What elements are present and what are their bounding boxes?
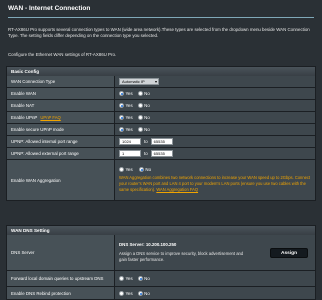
- enable-secure-upnp-row: Enable secure UPnP mode Yes No: [7, 124, 315, 136]
- dns-server-value: DNS Server: 10.200.100.250: [119, 242, 177, 247]
- wan-aggregation-yes-radio[interactable]: Yes: [119, 167, 133, 172]
- enable-upnp-label: Enable UPnP: [11, 115, 38, 120]
- wan-aggregation-faq-link[interactable]: WAN Aggregation FAQ: [156, 187, 198, 192]
- wan-aggregation-no-radio[interactable]: No: [138, 167, 152, 172]
- enable-nat-no-radio[interactable]: No: [137, 103, 150, 108]
- enable-upnp-yes-radio[interactable]: Yes: [119, 115, 133, 120]
- wan-connection-type-row: WAN Connection Type Automatic IP ▾: [7, 76, 315, 88]
- internal-port-from-input[interactable]: 1024: [119, 138, 141, 145]
- upnp-internal-port-label: UPNP: Allowed internal port range: [7, 136, 115, 147]
- upnp-external-port-label: UPNP: Allowed external port range: [7, 148, 115, 159]
- range-separator: to: [144, 151, 148, 156]
- radio-label: Yes: [125, 167, 133, 172]
- external-port-to-input[interactable]: 65535: [150, 150, 173, 157]
- radio-selected-icon: [119, 103, 124, 108]
- radio-selected-icon: [119, 115, 124, 120]
- radio-label: No: [144, 103, 150, 108]
- radio-unselected-icon: [119, 276, 124, 281]
- radio-selected-icon: [137, 276, 143, 281]
- wan-aggregation-label: Enable WAN Aggregation: [7, 160, 115, 200]
- radio-unselected-icon: [137, 91, 143, 96]
- enable-upnp-row: Enable UPnP UPnP FAQ Yes No: [7, 112, 315, 124]
- upnp-external-port-row: UPNP: Allowed external port range 1 to 6…: [7, 148, 315, 160]
- radio-label: Yes: [125, 290, 133, 296]
- radio-label: Yes: [125, 127, 133, 132]
- radio-unselected-icon: [119, 167, 124, 172]
- radio-label: Yes: [125, 103, 133, 108]
- forward-local-label: Forward local domain queries to upstream…: [7, 271, 115, 286]
- enable-nat-label: Enable NAT: [7, 100, 115, 111]
- radio-unselected-icon: [119, 290, 124, 296]
- radio-label: Yes: [125, 115, 133, 120]
- enable-nat-yes-radio[interactable]: Yes: [119, 103, 133, 108]
- page-title: WAN - Internet Connection: [8, 5, 91, 12]
- wan-dns-panel: WAN DNS Setting DNS Server DNS Server: 1…: [6, 225, 316, 300]
- dns-rebind-yes-radio[interactable]: Yes: [119, 290, 133, 296]
- radio-label: No: [145, 167, 152, 172]
- enable-nat-row: Enable NAT Yes No: [7, 100, 315, 112]
- forward-local-yes-radio[interactable]: Yes: [119, 276, 133, 281]
- wan-aggregation-row: Enable WAN Aggregation Yes No WAN Aggreg…: [7, 160, 315, 200]
- enable-wan-row: Enable WAN Yes No: [7, 88, 315, 100]
- radio-label: No: [144, 290, 150, 296]
- wan-aggregation-warning: WAN Aggregation combines two network con…: [119, 175, 315, 193]
- dns-server-note: Assign a DNS service to improve security…: [119, 251, 244, 262]
- dns-rebind-no-radio[interactable]: No: [137, 290, 150, 296]
- title-divider: [8, 17, 314, 18]
- radio-selected-icon: [119, 91, 124, 96]
- dns-rebind-label: Enable DNS Rebind protection: [7, 287, 115, 299]
- radio-unselected-icon: [137, 103, 143, 108]
- forward-local-row: Forward local domain queries to upstream…: [7, 271, 315, 287]
- upnp-internal-port-row: UPNP: Allowed internal port range 1024 t…: [7, 136, 315, 148]
- wan-connection-type-label: WAN Connection Type: [7, 76, 115, 87]
- range-separator: to: [144, 139, 148, 144]
- secure-upnp-yes-radio[interactable]: Yes: [119, 127, 133, 132]
- dns-rebind-row: Enable DNS Rebind protection Yes No: [7, 287, 315, 299]
- forward-local-no-radio[interactable]: No: [137, 276, 150, 281]
- enable-wan-label: Enable WAN: [7, 88, 115, 99]
- wan-aggregation-warning-text: WAN Aggregation combines two network con…: [119, 175, 311, 192]
- dns-server-label: DNS Server: [7, 235, 115, 270]
- config-description: Configure the Ethernet WAN settings of R…: [8, 52, 117, 57]
- assign-button[interactable]: Assign: [270, 248, 308, 258]
- internal-port-to-input[interactable]: 65535: [150, 138, 173, 145]
- radio-label: Yes: [125, 91, 133, 96]
- wan-connection-type-select[interactable]: Automatic IP ▾: [119, 78, 159, 85]
- radio-label: Yes: [125, 276, 133, 281]
- upnp-faq-link[interactable]: UPnP FAQ: [40, 115, 60, 120]
- external-port-from-input[interactable]: 1: [119, 150, 141, 157]
- enable-secure-upnp-label: Enable secure UPnP mode: [7, 124, 115, 135]
- radio-unselected-icon: [137, 127, 143, 132]
- wan-dns-header: WAN DNS Setting: [7, 226, 315, 235]
- radio-label: No: [144, 91, 150, 96]
- chevron-down-icon: ▾: [154, 79, 157, 85]
- enable-wan-yes-radio[interactable]: Yes: [119, 91, 133, 96]
- wan-connection-type-value: Automatic IP: [122, 79, 145, 85]
- page-description: RT-AX86U Pro supports several connection…: [8, 27, 310, 39]
- enable-upnp-label-cell: Enable UPnP UPnP FAQ: [7, 112, 115, 123]
- radio-label: No: [144, 276, 150, 281]
- radio-label: No: [144, 115, 150, 120]
- radio-selected-icon: [138, 167, 144, 172]
- enable-wan-no-radio[interactable]: No: [137, 91, 150, 96]
- basic-config-header: Basic Config: [7, 67, 315, 76]
- radio-selected-icon: [137, 290, 143, 296]
- dns-server-row: DNS Server DNS Server: 10.200.100.250 As…: [7, 235, 315, 271]
- radio-unselected-icon: [137, 115, 143, 120]
- radio-label: No: [144, 127, 150, 132]
- basic-config-panel: Basic Config WAN Connection Type Automat…: [6, 66, 316, 201]
- enable-upnp-no-radio[interactable]: No: [137, 115, 150, 120]
- secure-upnp-no-radio[interactable]: No: [137, 127, 150, 132]
- radio-selected-icon: [119, 127, 124, 132]
